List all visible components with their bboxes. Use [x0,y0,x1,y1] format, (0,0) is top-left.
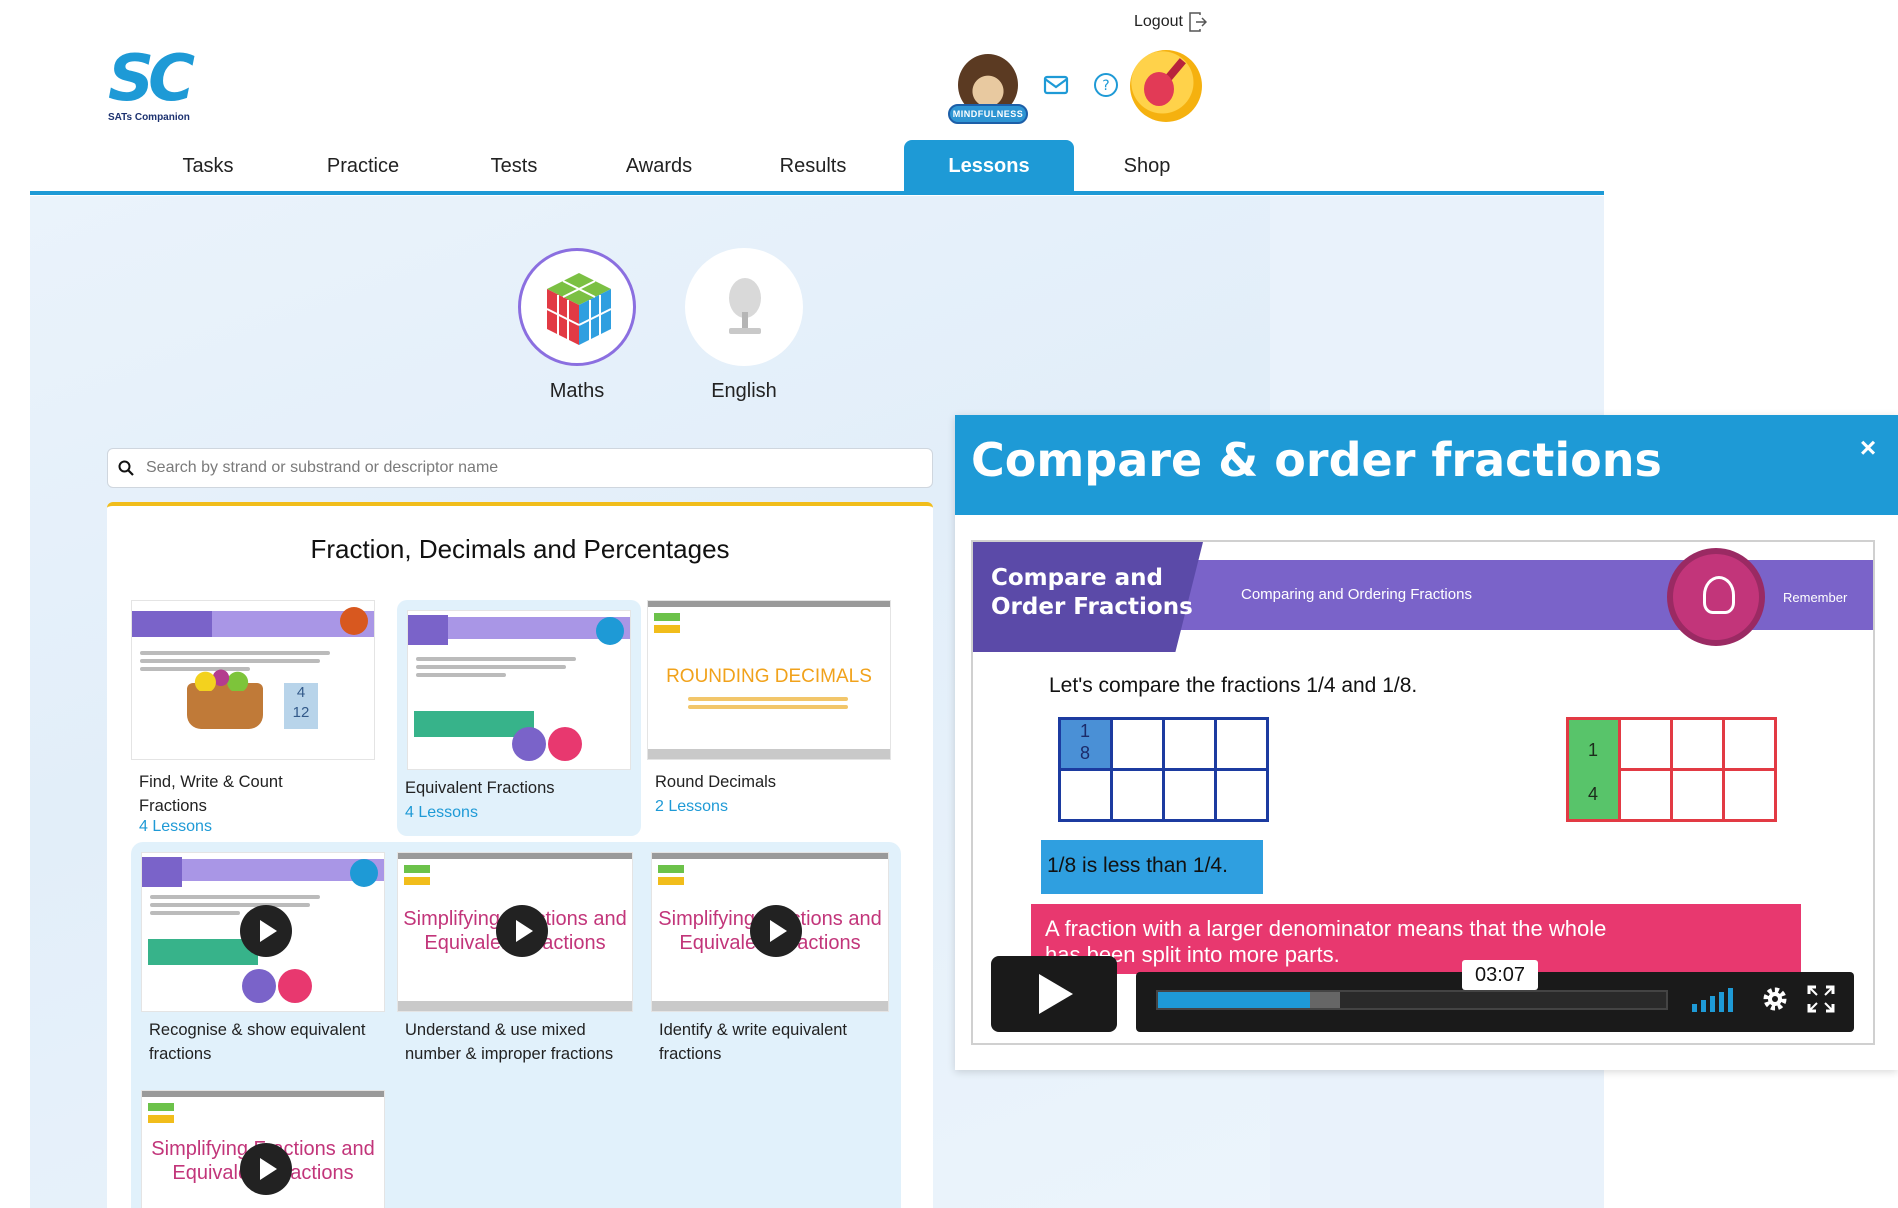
modal-header: Compare & order fractions × [955,415,1898,515]
tab-tasks[interactable]: Tasks [148,140,268,191]
tab-results[interactable]: Results [748,140,878,191]
app-root: SC SATs Companion Logout MINDFULNESS ? T… [0,0,1898,1208]
lesson-card[interactable]: Recognise & show equivalent fractions [141,852,385,1082]
video-controls: 03:07 [991,956,1861,1036]
played-indicator [1158,992,1310,1008]
fraction-grid-quarters: 14 [1565,716,1777,822]
lesson-card-title: Find, Write & Count Fractions [139,773,283,815]
search-icon [118,460,134,476]
sats-companion-logo[interactable]: SC SATs Companion [108,42,198,123]
logout-link[interactable]: Logout [1134,12,1207,32]
lesson-card[interactable]: Equivalent Fractions 4 Lessons [397,600,641,836]
tree-icon [729,278,761,334]
tab-lessons[interactable]: Lessons [904,140,1074,191]
modal-title: Compare & order fractions [971,433,1662,487]
main-nav: Tasks Practice Tests Awards Results Less… [30,140,1604,195]
slide-statement: 1/8 is less than 1/4. [1041,840,1263,894]
help-icon[interactable]: ? [1092,71,1120,99]
lesson-thumbnail [407,610,631,770]
tab-awards[interactable]: Awards [596,140,722,191]
lesson-count-link[interactable]: 2 Lessons [655,798,728,816]
lesson-thumbnail: ROUNDING DECIMALS [647,600,891,760]
lesson-card-title: Identify & write equivalent fractions [659,1021,848,1063]
subject-maths[interactable]: Maths [517,248,637,403]
lesson-video-modal: Compare & order fractions × Compare and O… [955,415,1898,1070]
slide-title: Compare and Order Fractions [991,565,1193,620]
tab-tests[interactable]: Tests [458,140,570,191]
buffered-indicator [1310,992,1340,1008]
logo-subtitle: SATs Companion [108,112,190,123]
avatar-badge: MINDFULNESS [948,104,1028,124]
lesson-card[interactable]: Simplifying Fractions and Equivalent Fra… [651,852,895,1082]
fullscreen-icon[interactable] [1806,984,1836,1014]
lesson-thumbnail: Simplifying Fractions and Equivalent Fra… [141,1090,385,1208]
video-player[interactable]: Compare and Order Fractions Comparing and… [971,540,1875,1045]
subject-english[interactable]: English [684,248,804,403]
subject-english-label: English [711,380,777,402]
lesson-card[interactable]: Simplifying Fractions and Equivalent Fra… [141,1090,385,1208]
slide-prompt: Let's compare the fractions 1/4 and 1/8. [1049,674,1418,697]
volume-icon[interactable] [1692,988,1740,1012]
lesson-card-title: Round Decimals [655,773,777,791]
lesson-thumbnail: 4 12 [131,600,375,760]
search-input[interactable] [146,459,906,477]
close-icon[interactable]: × [1855,434,1881,462]
lesson-card[interactable]: ROUNDING DECIMALS Round Decimals 2 Lesso… [647,600,891,830]
subject-maths-label: Maths [549,380,605,402]
lesson-card-title: Recognise & show equivalent fractions [149,1021,366,1063]
lesson-card-title: Equivalent Fractions [405,779,555,797]
play-icon[interactable] [240,905,292,957]
play-button[interactable] [991,956,1117,1032]
mail-icon[interactable] [1042,71,1070,99]
slide-header: Compare and Order Fractions Comparing and… [973,542,1873,652]
section-panel: Fraction, Decimals and Percentages 4 12 F… [107,502,933,1208]
section-title: Fraction, Decimals and Percentages [310,534,730,564]
logout-icon [1189,12,1207,32]
settings-gear-icon[interactable] [1760,984,1790,1014]
play-icon[interactable] [750,905,802,957]
logout-label: Logout [1134,13,1183,30]
lesson-card-title: Understand & use mixed number & improper … [405,1021,614,1063]
lesson-thumbnail: Simplifying Fractions and Equivalent Fra… [651,852,889,1012]
rubiks-cube-icon [546,273,612,345]
maths-icon-circle [518,248,636,366]
play-icon[interactable] [240,1143,292,1195]
user-avatar[interactable]: MINDFULNESS [948,54,1028,126]
lightbulb-icon [1667,548,1765,646]
thumb-heading: ROUNDING DECIMALS [666,666,872,687]
guitar-badge-icon[interactable] [1130,50,1202,122]
progress-bar[interactable]: 03:07 [1156,960,1668,1010]
svg-text:?: ? [1102,78,1109,94]
lesson-search [107,448,933,488]
fraction-grid-eighths: 18 [1057,716,1269,822]
slide-subtitle: Comparing and Ordering Fractions [1241,586,1472,603]
lesson-thumbnail [141,852,385,1012]
tab-practice[interactable]: Practice [296,140,430,191]
tab-shop[interactable]: Shop [1092,140,1202,191]
lesson-count-link[interactable]: 4 Lessons [405,804,478,822]
lesson-card[interactable]: 4 12 Find, Write & Count Fractions 4 Lesso… [131,600,375,835]
lesson-count-link[interactable]: 4 Lessons [139,818,212,836]
timestamp-tooltip: 03:07 [1462,960,1538,990]
play-icon[interactable] [496,905,548,957]
english-icon-circle [685,248,803,366]
control-bar: 03:07 [1136,960,1854,1032]
lesson-card[interactable]: Simplifying Fractions and Equivalent Fra… [397,852,641,1082]
logo-mark: SC [108,42,195,116]
lesson-thumbnail: Simplifying Fractions and Equivalent Fra… [397,852,633,1012]
slide-tag: Remember [1783,590,1848,605]
